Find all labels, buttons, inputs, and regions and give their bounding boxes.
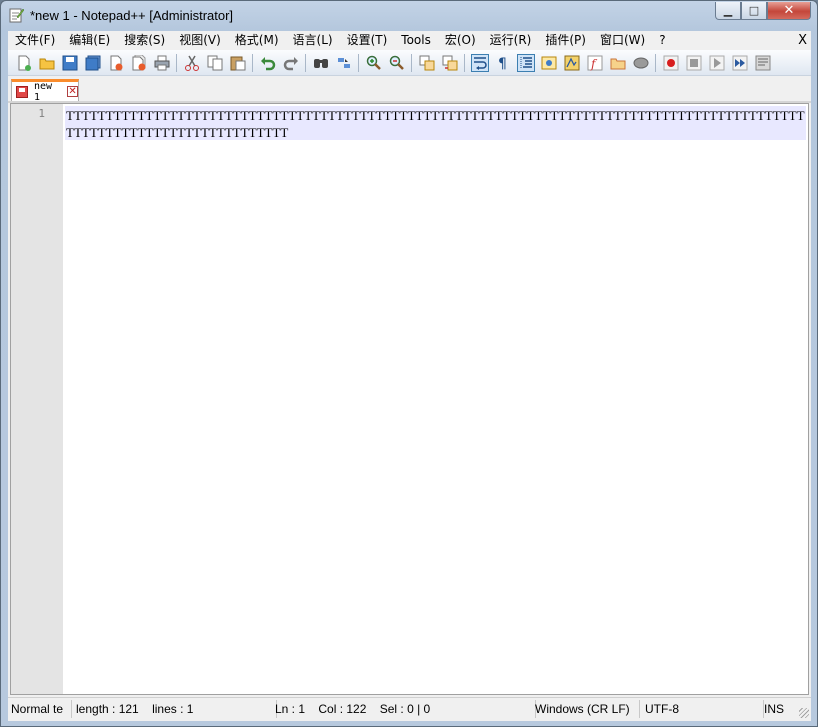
save-icon[interactable]	[62, 55, 78, 71]
tab-bar: new 1 ✕	[8, 77, 811, 103]
close-window-button[interactable]: ✕	[767, 2, 811, 20]
notepad-window: *new 1 - Notepad++ [Administrator] ▁ □ ✕…	[0, 0, 818, 727]
status-sel: Sel : 0 | 0	[379, 702, 431, 716]
folder-workspace-icon[interactable]	[610, 55, 626, 71]
toolbar-separator	[252, 53, 253, 72]
toolbar-separator	[464, 53, 465, 72]
menu-window[interactable]: 窗口(W)	[593, 31, 652, 50]
svg-text:¶: ¶	[498, 56, 507, 71]
copy-icon[interactable]	[207, 55, 223, 71]
record-macro-icon[interactable]	[663, 55, 679, 71]
status-eol: Windows (CR LF)	[535, 700, 640, 718]
replace-icon[interactable]	[336, 55, 352, 71]
monitor-icon[interactable]	[633, 55, 649, 71]
run-macro-multiple-icon[interactable]	[732, 55, 748, 71]
save-macro-icon[interactable]	[755, 55, 771, 71]
toolbar-separator	[411, 53, 412, 72]
status-encoding: UTF-8	[645, 700, 764, 718]
menu-language[interactable]: 语言(L)	[286, 31, 340, 50]
status-doc-type: Normal te	[11, 700, 72, 718]
menu-plugins[interactable]: 插件(P)	[538, 31, 593, 50]
zoom-out-icon[interactable]	[389, 55, 405, 71]
client-area: 文件(F) 编辑(E) 搜索(S) 视图(V) 格式(M) 语言(L) 设置(T…	[8, 31, 811, 721]
status-bar: Normal te length : 121 lines : 1 Ln : 1 …	[8, 697, 811, 720]
show-all-chars-icon[interactable]: ¶	[495, 55, 511, 71]
menu-edit[interactable]: 编辑(E)	[62, 31, 117, 50]
menu-view[interactable]: 视图(V)	[172, 31, 228, 50]
menu-format[interactable]: 格式(M)	[228, 31, 286, 50]
zoom-in-icon[interactable]	[366, 55, 382, 71]
status-position: Ln : 1 Col : 122 Sel : 0 | 0	[275, 700, 536, 718]
toolbar-separator	[655, 53, 656, 72]
print-icon[interactable]	[154, 55, 170, 71]
doc-map-icon[interactable]	[564, 55, 580, 71]
menu-bar: 文件(F) 编辑(E) 搜索(S) 视图(V) 格式(M) 语言(L) 设置(T…	[8, 31, 811, 50]
toolbar-separator	[305, 53, 306, 72]
toolbar-separator	[358, 53, 359, 72]
resize-grip[interactable]	[799, 708, 809, 718]
line-number: 1	[38, 107, 45, 120]
cut-icon[interactable]	[184, 55, 200, 71]
paste-icon[interactable]	[230, 55, 246, 71]
title-bar[interactable]: *new 1 - Notepad++ [Administrator] ▁ □ ✕	[1, 1, 817, 31]
status-length-lines: length : 121 lines : 1	[76, 700, 277, 718]
sync-horizontal-icon[interactable]	[442, 55, 458, 71]
status-col: Col : 122	[318, 702, 367, 716]
toolbar: ¶ f	[8, 50, 811, 76]
open-file-icon[interactable]	[39, 55, 55, 71]
menu-macro[interactable]: 宏(O)	[438, 31, 483, 50]
close-all-icon[interactable]	[131, 54, 147, 71]
find-icon[interactable]	[313, 55, 329, 71]
editor-text[interactable]: TTTTTTTTTTTTTTTTTTTTTTTTTTTTTTTTTTTTTTTT…	[66, 107, 806, 141]
maximize-button[interactable]: □	[741, 2, 767, 20]
status-insert-mode: INS	[764, 702, 785, 716]
menu-help[interactable]: ?	[652, 31, 672, 50]
tab-new-1[interactable]: new 1 ✕	[11, 79, 79, 103]
toolbar-separator	[176, 53, 177, 72]
minimize-button[interactable]: ▁	[715, 2, 741, 20]
menu-search[interactable]: 搜索(S)	[117, 31, 172, 50]
udl-icon[interactable]	[541, 55, 557, 71]
sync-vertical-icon[interactable]	[419, 55, 435, 71]
save-all-icon[interactable]	[85, 55, 101, 71]
status-length: length : 121	[76, 702, 139, 716]
function-list-icon[interactable]: f	[587, 55, 603, 71]
status-lines: lines : 1	[152, 702, 194, 716]
notepad-app-icon	[9, 8, 24, 23]
undo-icon[interactable]	[260, 55, 276, 71]
window-title: *new 1 - Notepad++ [Administrator]	[30, 8, 234, 23]
menu-tools[interactable]: Tools	[394, 31, 438, 50]
indent-guide-icon[interactable]	[516, 53, 535, 72]
editor-area[interactable]: 1 TTTTTTTTTTTTTTTTTTTTTTTTTTTTTTTTTTTTTT…	[10, 103, 809, 695]
status-ln: Ln : 1	[275, 702, 306, 716]
close-document-button[interactable]: X	[798, 31, 807, 50]
play-macro-icon[interactable]	[709, 55, 725, 71]
new-file-icon[interactable]	[16, 55, 32, 71]
word-wrap-icon[interactable]	[470, 53, 489, 72]
menu-settings[interactable]: 设置(T)	[340, 31, 395, 50]
redo-icon[interactable]	[283, 55, 299, 71]
tab-close-icon[interactable]: ✕	[67, 86, 79, 97]
menu-run[interactable]: 运行(R)	[483, 31, 539, 50]
close-icon[interactable]	[108, 55, 124, 71]
menu-file[interactable]: 文件(F)	[8, 31, 62, 50]
stop-macro-icon[interactable]	[686, 55, 702, 71]
tab-label: new 1	[33, 80, 53, 103]
line-number-gutter: 1	[11, 104, 63, 694]
unsaved-file-icon	[16, 85, 28, 98]
